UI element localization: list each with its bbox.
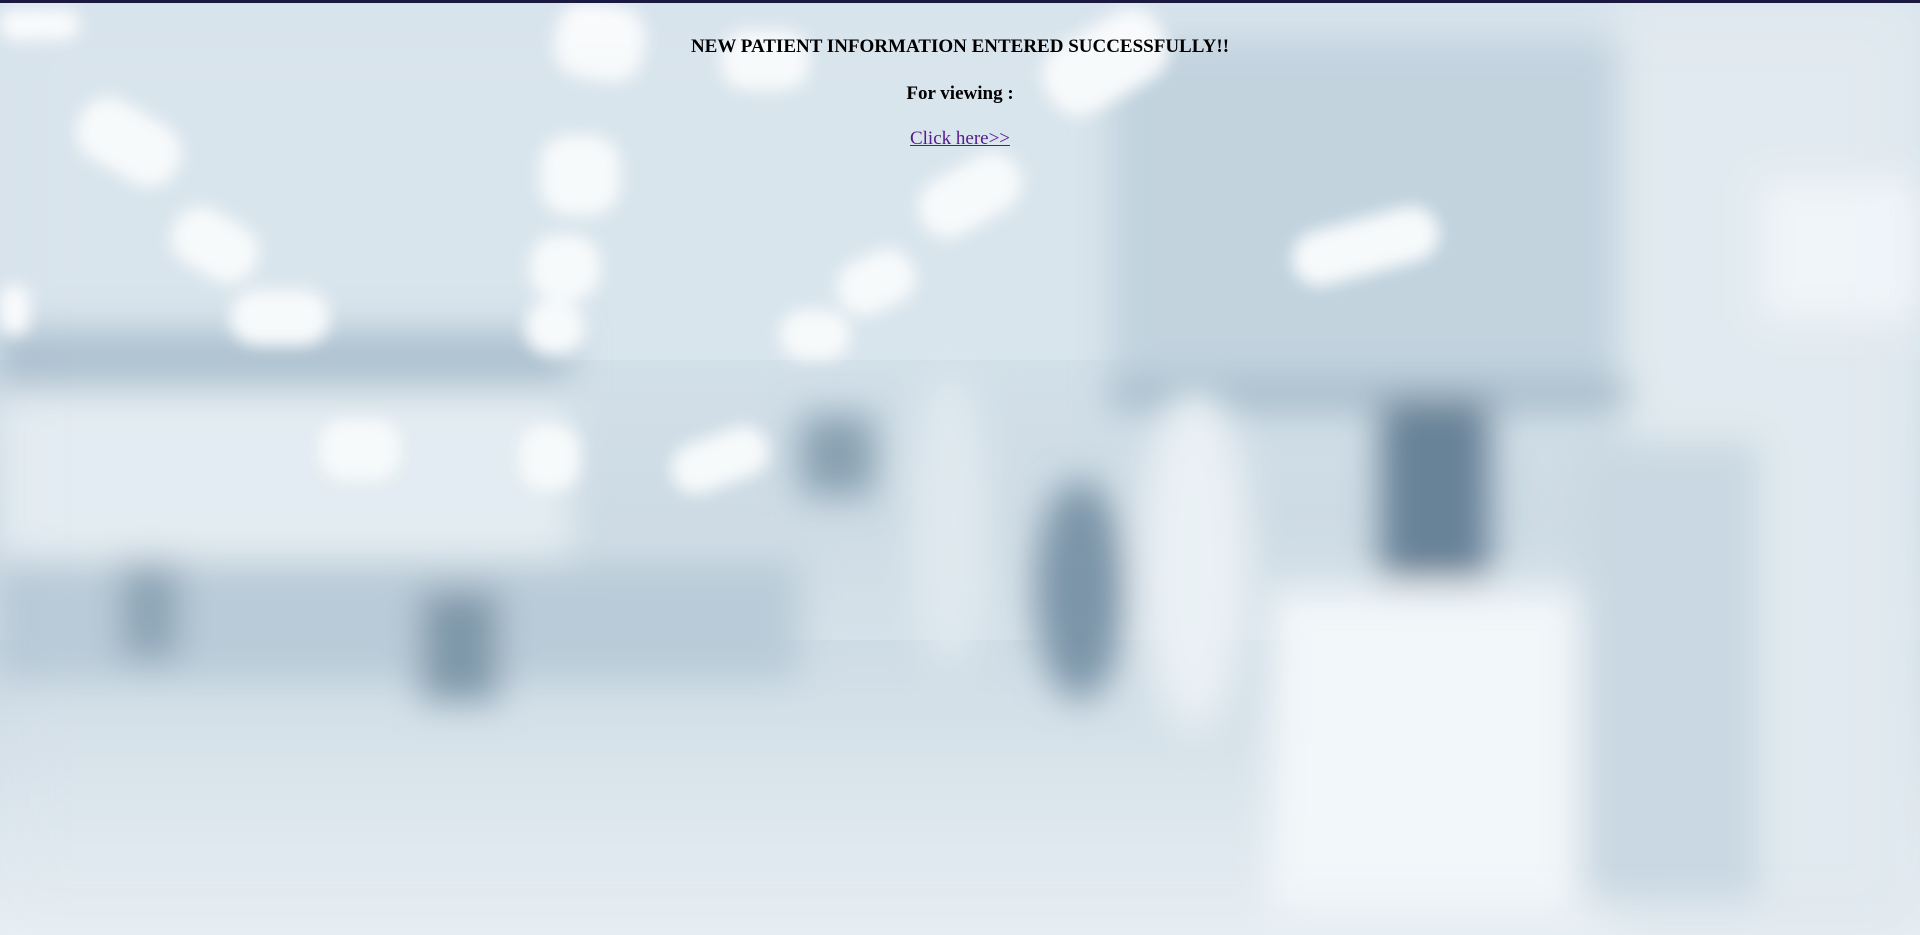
view-patient-link[interactable]: Click here>> [910, 128, 1010, 149]
for-viewing-label: For viewing : [906, 83, 1014, 104]
link-container: Click here>> [0, 128, 1920, 150]
success-message: NEW PATIENT INFORMATION ENTERED SUCCESSF… [690, 36, 1230, 57]
top-border [0, 0, 1920, 3]
